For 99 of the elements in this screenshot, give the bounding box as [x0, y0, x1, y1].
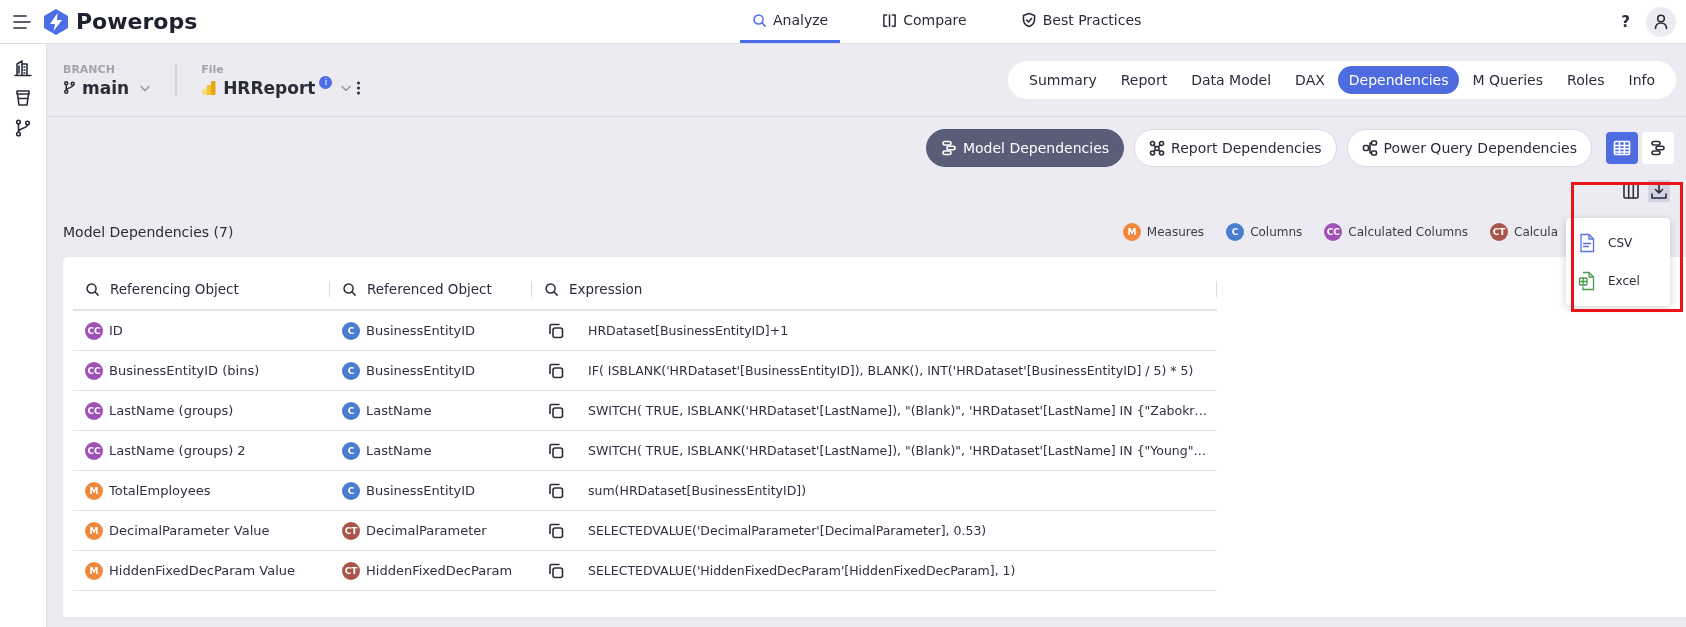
csv-file-icon [1578, 233, 1596, 253]
table-cell: DecimalParameter Value [109, 523, 270, 538]
table-cell: LastName [366, 443, 432, 458]
type-badge: CT [342, 521, 360, 540]
type-badge: CC [85, 401, 103, 420]
table-cell: HRDataset[BusinessEntityID]+1 [588, 323, 789, 338]
legend-label: Measures [1146, 225, 1205, 239]
table-cell: SWITCH( TRUE, ISBLANK('HRDataset'[LastName]), "(Blank)", 'HRDataset'[LastName] IN {"Zabokr… [588, 403, 1207, 418]
info-badge[interactable]: i [319, 75, 333, 89]
copy-icon[interactable] [548, 362, 564, 379]
column-header[interactable]: Referenced Object [367, 281, 492, 297]
type-badge: C [1226, 223, 1245, 241]
view-button[interactable]: Power Query Dependencies [1346, 129, 1592, 167]
copy-icon[interactable] [548, 322, 564, 339]
type-badge: C [342, 441, 360, 460]
stacked-blocks-icon [940, 140, 957, 156]
type-badge: C [342, 481, 360, 500]
table-cell: TotalEmployees [109, 483, 211, 498]
type-badge: CC [85, 441, 103, 460]
tab[interactable]: Data Model [1180, 66, 1283, 94]
legend-label: Calcula [1514, 225, 1558, 239]
table-icon[interactable] [1606, 132, 1638, 164]
table-cell: IF( ISBLANK('HRDataset'[BusinessEntityID]), BLANK(), INT('HRDataset'[BusinessEntityID] / 5) * 5) [588, 363, 1194, 378]
column-header[interactable]: Expression [569, 281, 643, 297]
type-badge: M [85, 521, 103, 540]
tab[interactable]: DAX [1284, 66, 1336, 94]
type-badge: CC [1324, 223, 1343, 241]
table-cell: DecimalParameter [366, 523, 487, 538]
copy-icon[interactable] [548, 402, 564, 419]
type-badge: M [85, 481, 103, 500]
table-cell: SWITCH( TRUE, ISBLANK('HRDataset'[LastName]), "(Blank)", 'HRDataset'[LastName] IN {"Young"… [588, 443, 1206, 458]
brackets-icon [882, 12, 898, 28]
search-icon[interactable] [85, 281, 100, 297]
network-icon [1149, 140, 1166, 156]
table-cell: HiddenFixedDecParam Value [109, 563, 295, 578]
search-icon [752, 12, 767, 28]
hierarchy-icon[interactable] [1642, 132, 1674, 164]
tab[interactable]: M Queries [1461, 66, 1555, 94]
bar-chart-icon [201, 79, 218, 96]
file-dropdown[interactable]: HRReport [201, 77, 316, 98]
branch-dropdown[interactable]: main [63, 77, 152, 98]
branch-icon [63, 81, 76, 94]
type-badge: M [85, 561, 103, 580]
table-cell: SELECTEDVALUE('HiddenFixedDecParam'[HiddenFixedDecParam], 1) [588, 563, 1016, 578]
type-badge: C [342, 401, 360, 420]
view-button[interactable]: Report Dependencies [1134, 129, 1337, 167]
table-cell: BusinessEntityID [366, 323, 476, 338]
search-icon[interactable] [342, 281, 357, 297]
table-cell: LastName (groups) 2 [109, 443, 246, 458]
table-cell: LastName (groups) [109, 403, 234, 418]
shield-check-icon [1020, 12, 1037, 28]
table-cell: BusinessEntityID [366, 483, 476, 498]
tab[interactable]: Summary [1018, 66, 1108, 94]
copy-icon[interactable] [548, 442, 564, 459]
table-cell: ID [109, 323, 123, 338]
copy-icon[interactable] [548, 522, 564, 539]
tab[interactable]: Dependencies [1337, 66, 1460, 94]
tab[interactable]: Report [1109, 66, 1179, 94]
nav-tab[interactable]: Compare [870, 0, 979, 43]
table-cell: LastName [366, 403, 432, 418]
type-badge: C [342, 361, 360, 380]
user-avatar-icon[interactable] [1646, 6, 1676, 37]
copy-icon[interactable] [548, 562, 564, 579]
type-badge: CT [1490, 223, 1509, 241]
search-icon[interactable] [544, 281, 559, 297]
nav-tab[interactable]: Best Practices [1008, 0, 1154, 43]
help-button[interactable]: ? [1621, 12, 1630, 31]
table-cell: sum(HRDataset[BusinessEntityID]) [588, 483, 807, 498]
column-header[interactable]: Referencing Object [110, 281, 239, 297]
type-badge: M [1122, 223, 1141, 241]
table-cell: BusinessEntityID (bins) [109, 363, 260, 378]
type-badge: CC [85, 361, 103, 380]
tab[interactable]: Info [1617, 66, 1666, 94]
view-button[interactable]: Model Dependencies [925, 129, 1125, 167]
app-title: Powerops [76, 9, 198, 34]
branch-label: BRANCH [63, 62, 116, 76]
type-badge: C [342, 321, 360, 340]
branch-icon[interactable] [14, 119, 32, 137]
legend-label: Calculated Columns [1348, 225, 1469, 239]
more-icon[interactable] [356, 79, 362, 96]
nav-tab[interactable]: Analyze [740, 0, 841, 43]
menu-item[interactable]: Excel [1566, 262, 1670, 300]
columns-icon[interactable] [1622, 182, 1640, 200]
copy-icon[interactable] [548, 482, 564, 499]
menu-item[interactable]: CSV [1566, 224, 1670, 262]
tab[interactable]: Roles [1556, 66, 1616, 94]
table-cell: HiddenFixedDecParam [366, 563, 513, 578]
file-label: File [201, 62, 225, 76]
spreadsheet-file-icon [1578, 271, 1596, 291]
section-title: Model Dependencies (7) [63, 224, 234, 240]
flowchart-icon [1361, 140, 1378, 156]
type-badge: CC [85, 321, 103, 340]
logo-icon [42, 7, 70, 36]
table-cell: SELECTEDVALUE('DecimalParameter'[DecimalParameter], 0.53) [588, 523, 987, 538]
building-icon[interactable] [14, 59, 32, 77]
legend-label: Columns [1250, 225, 1303, 239]
type-badge: CT [342, 561, 360, 580]
table-cell: BusinessEntityID [366, 363, 476, 378]
bucket-icon[interactable] [14, 89, 32, 107]
